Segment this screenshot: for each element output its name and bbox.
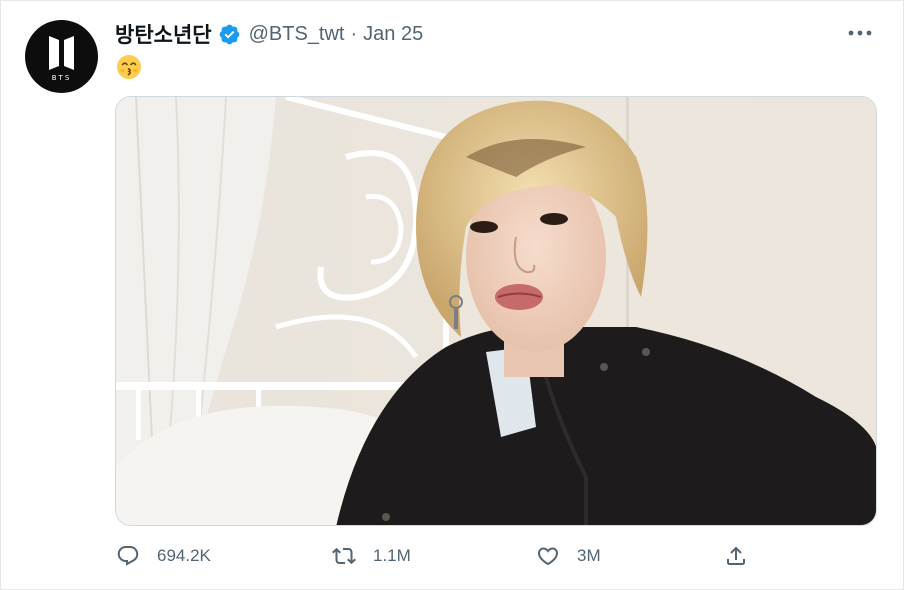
avatar-label: BTS [52,74,72,82]
avatar[interactable]: BTS [25,20,98,93]
reply-count: 694.2K [157,546,211,565]
reply-icon [115,543,141,569]
retweet-icon [331,543,357,569]
tweet-text [115,53,143,88]
tweet-header: 방탄소년단 @BTS_twt · Jan 25 [115,19,423,49]
retweet-button[interactable]: 1.1M [331,536,411,576]
tweet-card[interactable]: BTS 방탄소년단 @BTS_twt · Jan 25 694.2K 1.1M … [0,0,904,590]
like-count: 3M [577,546,601,565]
heart-icon [535,543,561,569]
verified-badge-icon [218,23,241,46]
tweet-date[interactable]: Jan 25 [363,23,423,46]
ellipsis-icon [848,30,872,36]
reply-button[interactable]: 694.2K [115,536,211,576]
tweet-photo[interactable] [115,96,877,526]
selfie-photo-icon [116,97,876,525]
share-button[interactable] [723,536,749,576]
like-button[interactable]: 3M [535,536,601,576]
separator-dot: · [350,22,358,45]
tweet-actions: 694.2K 1.1M 3M [115,536,815,576]
display-name[interactable]: 방탄소년단 [115,19,212,49]
share-icon [723,543,749,569]
bts-logo-icon: BTS [49,36,74,82]
kissing-face-with-smiling-eyes-icon [115,53,143,81]
more-options-button[interactable] [847,23,873,43]
user-handle[interactable]: @BTS_twt [249,23,345,46]
retweet-count: 1.1M [373,546,411,565]
